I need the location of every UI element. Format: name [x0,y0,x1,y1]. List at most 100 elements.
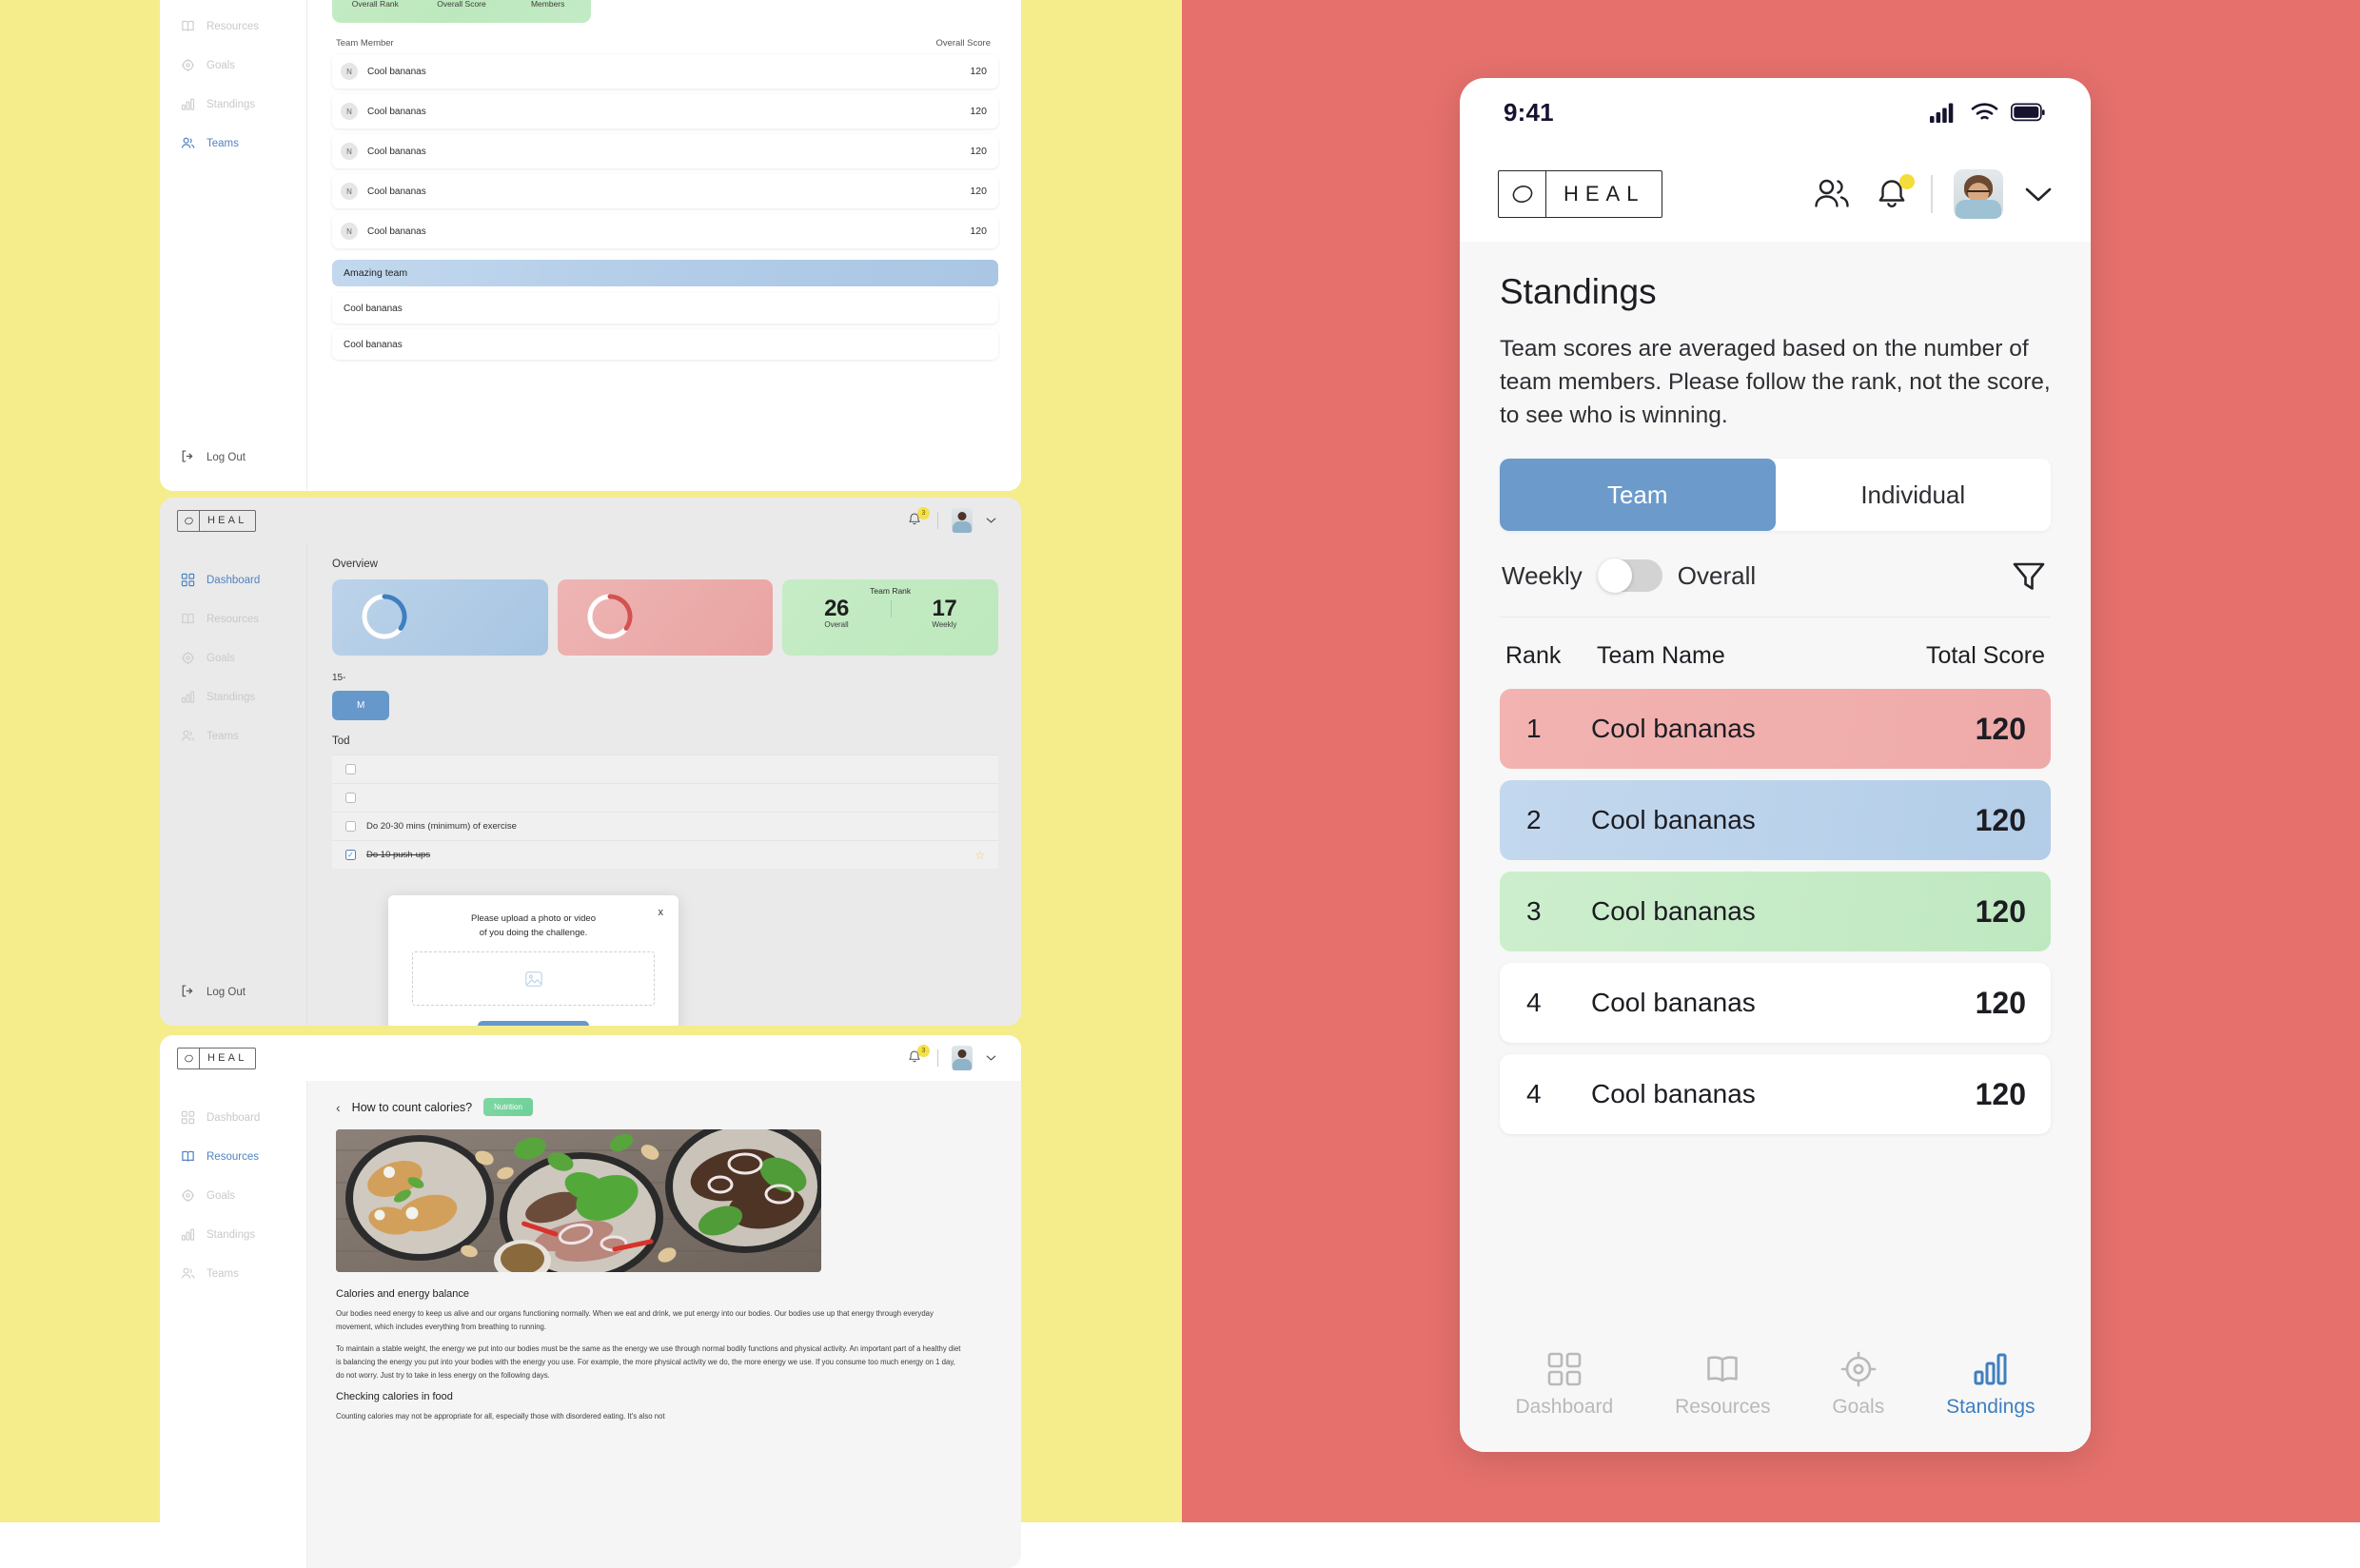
avatar[interactable] [952,508,973,533]
table-row[interactable]: N Cool bananas 120 [332,174,998,208]
row-score: 120 [1975,893,2026,929]
tab-individual[interactable]: Individual [1776,459,2052,531]
logout-button[interactable]: Log Out [181,984,246,1001]
list-item[interactable] [332,783,998,812]
rank-value: 17 [932,596,957,621]
table-row[interactable]: 1 Cool bananas 120 [1500,689,2051,770]
bottom-nav-resources[interactable]: Resources [1675,1351,1770,1419]
row-rank: 3 [1526,896,1542,927]
row-rank: 4 [1526,1079,1542,1109]
bell-icon[interactable]: 3 [907,1045,930,1067]
topbar: HEAL 3 [160,498,1021,543]
table-row[interactable]: N Cool bananas 120 [332,214,998,248]
star-icon[interactable]: ☆ [974,849,985,862]
sidebar-item-resources[interactable]: Resources [160,599,306,638]
sidebar-item-teams[interactable]: Teams [160,716,306,755]
bottom-nav-standings[interactable]: Standings [1946,1351,2036,1419]
sidebar-item-goals[interactable]: Goals [160,1176,306,1215]
other-team-name: Amazing team [344,267,408,279]
chevron-down-icon[interactable] [986,1049,996,1067]
table-row[interactable]: N Cool bananas 120 [332,54,998,88]
table-row[interactable]: 4 Cool bananas 120 [1500,1054,2051,1135]
sidebar-item-dashboard[interactable]: Dashboard [160,0,306,7]
bell-icon[interactable]: 3 [907,507,930,529]
logo[interactable]: HEAL [160,509,256,532]
table-row[interactable]: 2 Cool bananas 120 [1500,780,2051,861]
team-rank-title: Team Rank [870,586,912,596]
table-row[interactable]: N Cool bananas 120 [332,134,998,168]
chevron-down-icon[interactable] [986,512,996,529]
avatar[interactable] [952,1046,973,1070]
member-score: 120 [970,66,987,77]
page-title: Standings [1500,272,1657,311]
sidebar-item-label: Resources [206,20,259,32]
sidebar-item-standings[interactable]: Standings [160,677,306,716]
sidebar-item-standings[interactable]: Standings [160,85,306,124]
challenge-button[interactable]: M [332,691,390,720]
sidebar-item-teams[interactable]: Teams [160,124,306,163]
checkbox[interactable] [345,764,356,774]
desktop-panel-article: HEAL 3 Dashboard Resources Goals Standin… [160,1035,1021,1568]
todo-text: Do 20-30 mins (minimum) of exercise [366,821,517,832]
battery-icon [2011,103,2045,122]
close-icon[interactable]: x [659,907,664,918]
logo[interactable]: HEAL [1498,170,1663,218]
table-row[interactable]: N Cool bananas 120 [332,94,998,128]
logout-icon [181,449,195,466]
row-score: 120 [1975,1076,2026,1111]
table-row[interactable]: Cool bananas [332,329,998,360]
table-row[interactable]: Cool bananas [332,293,998,323]
sidebar-item-goals[interactable]: Goals [160,46,306,85]
sidebar-item-resources[interactable]: Resources [160,1137,306,1176]
progress-ring-red [587,594,633,639]
member-score: 120 [970,106,987,117]
member-name: Cool bananas [344,303,403,314]
divider [937,1049,938,1067]
overview-card-team-rank[interactable]: Team Rank 26 Overall 17 Weekly [782,579,999,656]
bell-icon[interactable] [1874,174,1915,212]
sidebar-item-label: Standings [206,691,256,703]
sidebar-item-teams[interactable]: Teams [160,1254,306,1293]
article-heading: Checking calories in food [336,1391,453,1403]
sidebar: Dashboard Resources Goals Standings Team… [160,0,307,491]
sidebar-item-standings[interactable]: Standings [160,1215,306,1254]
checkbox-checked[interactable]: ✓ [345,850,356,860]
list-item[interactable] [332,755,998,783]
bottom-nav-goals[interactable]: Goals [1832,1351,1884,1419]
team-stats-card: 26 Overall Rank 182 Overall Score 5 Memb… [332,0,591,23]
book-icon [181,19,195,33]
logout-button[interactable]: Log Out [181,449,246,466]
sidebar-item-goals[interactable]: Goals [160,638,306,677]
chevron-left-icon[interactable]: ‹ [336,1101,341,1114]
people-icon[interactable] [1813,176,1853,212]
checkbox[interactable] [345,821,356,832]
weekly-overall-toggle[interactable] [1597,559,1662,594]
sidebar-item-resources[interactable]: Resources [160,7,306,46]
other-team-header[interactable]: Amazing team [332,260,998,286]
checkbox[interactable] [345,793,356,803]
bottom-nav-label: Standings [1946,1396,2036,1418]
list-item[interactable]: Do 20-30 mins (minimum) of exercise [332,812,998,840]
bottom-nav-dashboard[interactable]: Dashboard [1515,1351,1613,1419]
chevron-down-icon[interactable] [2024,185,2053,204]
submit-button[interactable]: Submit [478,1021,589,1026]
grid-icon [1547,1352,1582,1386]
table-row[interactable]: 3 Cool bananas 120 [1500,872,2051,952]
logo[interactable]: HEAL [160,1047,256,1069]
upload-dropzone[interactable] [412,951,655,1007]
list-item[interactable]: ✓ Do 10 push-ups ☆ [332,840,998,869]
funnel-icon[interactable] [2009,556,2049,596]
avatar[interactable] [1954,169,2003,219]
tab-team[interactable]: Team [1500,459,1776,532]
sidebar-item-dashboard[interactable]: Dashboard [160,1098,306,1137]
overview-card-red[interactable] [557,579,774,656]
image-placeholder-icon [524,971,542,987]
sidebar-item-dashboard[interactable]: Dashboard [160,560,306,599]
row-rank: 4 [1526,988,1542,1018]
overview-card-blue[interactable] [332,579,548,656]
topbar-actions: 3 [907,1045,996,1070]
upload-modal: x Please upload a photo or video of you … [388,895,678,1026]
sidebar-item-label: Goals [206,1189,236,1202]
notification-badge: 3 [917,507,930,519]
table-row[interactable]: 4 Cool bananas 120 [1500,963,2051,1044]
